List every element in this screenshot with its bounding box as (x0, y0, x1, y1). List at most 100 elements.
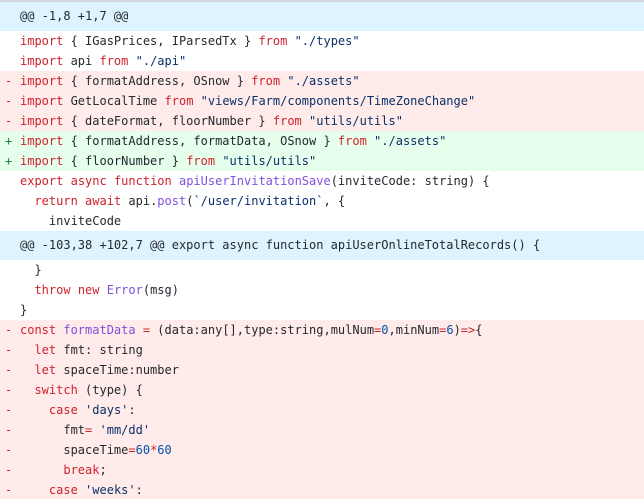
code-text: import { formatAddress, formatData, OSno… (0, 131, 644, 151)
code-token: fmt: string (56, 343, 143, 357)
deleted-line: - import { dateFormat, floorNumber } from… (0, 111, 644, 131)
deleted-marker: - (5, 343, 13, 357)
code-token: "./assets" (287, 74, 360, 88)
code-token: function (113, 174, 172, 188)
deleted-marker: - (5, 114, 13, 128)
hunk-header[interactable]: @@ -103,38 +102,7 @@ export async functi… (0, 231, 644, 260)
code-token: async (70, 174, 107, 188)
context-line: } (0, 300, 644, 320)
code-token: GetLocalTime (63, 94, 165, 108)
deleted-marker: - (5, 463, 13, 477)
code-token: import (20, 34, 64, 48)
deleted-line: - break; (0, 460, 644, 480)
code-token: "./types" (294, 34, 360, 48)
context-line: import { IGasPrices, IParsedTx } from ".… (0, 31, 644, 51)
code-token: { IGasPrices, IParsedTx } (63, 34, 259, 48)
code-token: ; (99, 463, 107, 477)
code-text: throw new Error(msg) (0, 280, 644, 300)
code-text: export async function apiUserInvitationS… (0, 171, 644, 191)
code-token: inviteCode (20, 214, 122, 228)
code-token: } (20, 303, 28, 317)
deleted-marker: - (5, 363, 13, 377)
code-text: @@ -103,38 +102,7 @@ export async functi… (0, 231, 644, 260)
code-token: import (20, 74, 64, 88)
code-token: (msg) (142, 283, 179, 297)
deleted-marker: - (5, 423, 13, 437)
code-token: post (157, 194, 187, 208)
code-text: @@ -1,8 +1,7 @@ (0, 2, 644, 31)
deleted-line: - let fmt: string (0, 340, 644, 360)
code-token: { dateFormat, floorNumber } (63, 114, 273, 128)
deleted-marker: - (5, 94, 13, 108)
code-token: import (20, 154, 64, 168)
code-token: import (20, 94, 64, 108)
code-text: return await api.post(`/user/invitation`… (0, 191, 644, 211)
code-token: } (20, 263, 42, 277)
deleted-line: - let spaceTime:number (0, 360, 644, 380)
code-token: from (258, 34, 288, 48)
code-token: @@ -103,38 +102,7 @@ export async functi… (20, 238, 541, 252)
code-token: import (20, 114, 64, 128)
code-text: switch (type) { (0, 380, 644, 400)
code-token: api (63, 54, 100, 68)
code-token: api. (121, 194, 158, 208)
code-token: { formatAddress, formatData, OSnow } (63, 134, 338, 148)
code-token: "./api" (135, 54, 187, 68)
code-token: throw (34, 283, 71, 297)
code-token: break (63, 463, 100, 477)
code-text: inviteCode (0, 211, 644, 231)
added-marker: + (5, 134, 13, 148)
code-token: let (34, 343, 57, 357)
code-text: let spaceTime:number (0, 360, 644, 380)
code-token: import (20, 134, 64, 148)
code-token: , { (323, 194, 346, 208)
code-text: break; (0, 460, 644, 480)
code-text: fmt= 'mm/dd' (0, 420, 644, 440)
deleted-line: - case 'days': (0, 400, 644, 420)
code-text: import { IGasPrices, IParsedTx } from ".… (0, 31, 644, 51)
code-token: 'mm/dd' (99, 423, 151, 437)
code-token: case (48, 483, 78, 497)
deleted-line: - case 'weeks': (0, 480, 644, 499)
code-token: = (142, 323, 151, 337)
code-token: from (272, 114, 302, 128)
deleted-marker: - (5, 403, 13, 417)
code-token: from (337, 134, 367, 148)
code-token: import (20, 54, 64, 68)
hunk-header[interactable]: @@ -1,8 +1,7 @@ (0, 2, 644, 31)
code-token: const (20, 323, 57, 337)
code-token: "utils/utils" (222, 154, 317, 168)
code-token: spaceTime (20, 443, 129, 457)
deleted-marker: - (5, 483, 13, 497)
code-token: "views/Farm/components/TimeZoneChange" (200, 94, 476, 108)
code-token: (data:any[],type:string,mulNum (150, 323, 375, 337)
added-marker: + (5, 154, 13, 168)
code-text: const formatData = (data:any[],type:stri… (0, 320, 644, 340)
code-token: switch (34, 383, 78, 397)
code-token: 60 (135, 443, 151, 457)
deleted-line: - spaceTime=60*60 (0, 440, 644, 460)
code-token: 60 (157, 443, 172, 457)
deleted-line: - switch (type) { (0, 380, 644, 400)
code-token: : (135, 483, 143, 497)
code-token: new (77, 283, 100, 297)
code-token: from (164, 94, 194, 108)
code-token: "./assets" (374, 134, 447, 148)
